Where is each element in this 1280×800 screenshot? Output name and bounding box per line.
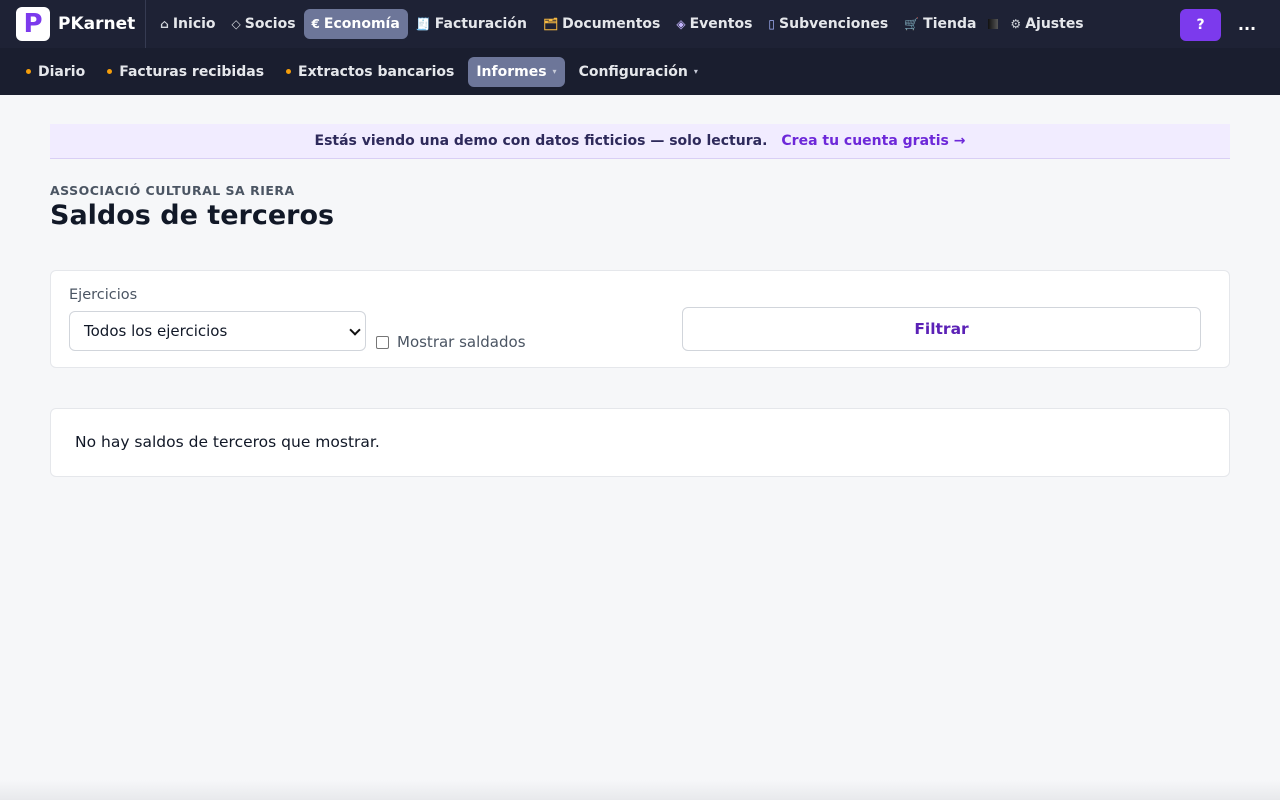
brand[interactable]: P PKarnet bbox=[16, 0, 147, 48]
nav-item-subvenciones[interactable]: ▯ Subvenciones bbox=[760, 9, 896, 39]
chevron-down-icon: ▾ bbox=[552, 67, 557, 76]
nav-item-tienda[interactable]: 🛒 Tienda bbox=[896, 9, 984, 39]
app-logo-icon: P bbox=[16, 7, 50, 41]
more-menu-button[interactable]: ... bbox=[1232, 12, 1262, 36]
nav-item-label: Eventos bbox=[689, 16, 753, 32]
euro-icon: € bbox=[311, 17, 320, 31]
nav-item-documentos[interactable]: 🗂 Documentos bbox=[535, 9, 668, 39]
subnav-item-label: Informes bbox=[476, 63, 547, 80]
page-title: Saldos de terceros bbox=[50, 200, 335, 231]
nav-item-label: Socios bbox=[244, 16, 296, 32]
nav-item-label: Tienda bbox=[923, 16, 977, 32]
help-button[interactable]: ? bbox=[1180, 9, 1221, 41]
year-select[interactable]: Todos los ejercicios bbox=[69, 311, 366, 351]
organization-name: ASSOCIACIÓ CULTURAL SA RIERA bbox=[50, 183, 295, 198]
show-settled-option[interactable]: Mostrar saldados bbox=[376, 333, 526, 351]
show-settled-checkbox[interactable] bbox=[376, 335, 389, 349]
overflow-icon bbox=[988, 19, 999, 29]
subnav-item-extractos-bancarios[interactable]: Extractos bancarios bbox=[278, 57, 462, 87]
nav-item-overflow[interactable] bbox=[984, 9, 1002, 39]
nav-item-economia[interactable]: € Economía bbox=[303, 9, 408, 39]
filter-button[interactable]: Filtrar bbox=[682, 307, 1201, 351]
create-account-link[interactable]: Crea tu cuenta gratis → bbox=[781, 133, 965, 149]
year-select-value: Todos los ejercicios bbox=[84, 322, 228, 340]
nav-item-socios[interactable]: ◇ Socios bbox=[224, 9, 304, 39]
subnav-item-label: Configuración bbox=[578, 63, 688, 80]
demo-banner-message: Estás viendo una demo con datos ficticio… bbox=[314, 133, 768, 149]
app-name: PKarnet bbox=[58, 14, 136, 34]
nav-item-ajustes[interactable]: ⚙ Ajustes bbox=[1002, 9, 1091, 39]
nav-item-label: Documentos bbox=[562, 16, 661, 32]
nav-item-label: Inicio bbox=[172, 16, 216, 32]
nav-item-facturacion[interactable]: 🧾 Facturación bbox=[408, 9, 535, 39]
chevron-down-icon bbox=[349, 324, 361, 336]
nav-item-inicio[interactable]: ⌂ Inicio bbox=[152, 9, 223, 39]
subnav-item-label: Diario bbox=[38, 63, 86, 80]
demo-banner: Estás viendo una demo con datos ficticio… bbox=[50, 124, 1230, 159]
home-icon: ⌂ bbox=[160, 17, 169, 31]
gear-icon: ⚙ bbox=[1010, 17, 1022, 31]
subnav-item-label: Facturas recibidas bbox=[119, 63, 265, 80]
year-filter-label: Ejercicios bbox=[69, 287, 138, 303]
folder-icon: 🗂 bbox=[542, 17, 559, 31]
diamond-icon: ◇ bbox=[231, 17, 241, 31]
receipt-icon: 🧾 bbox=[415, 17, 431, 31]
nav-item-label: Facturación bbox=[434, 16, 527, 32]
nav-item-eventos[interactable]: ◈ Eventos bbox=[668, 9, 760, 39]
empty-state-message: No hay saldos de terceros que mostrar. bbox=[75, 433, 380, 451]
cart-icon: 🛒 bbox=[904, 17, 920, 31]
nav-item-label: Ajustes bbox=[1025, 16, 1084, 32]
event-icon: ◈ bbox=[676, 17, 686, 31]
status-dot-icon bbox=[26, 69, 31, 74]
subnav-item-label: Extractos bancarios bbox=[298, 63, 455, 80]
bottom-edge bbox=[0, 780, 1280, 800]
nav-item-label: Economía bbox=[323, 16, 400, 32]
chevron-down-icon: ▾ bbox=[693, 67, 698, 76]
subnav-item-configuracion[interactable]: Configuración ▾ bbox=[571, 57, 706, 87]
subnav-item-diario[interactable]: Diario bbox=[18, 57, 93, 87]
sub-navigation-bar: Diario Facturas recibidas Extractos banc… bbox=[0, 48, 1280, 95]
columns-icon: ▯ bbox=[768, 17, 776, 31]
results-panel: No hay saldos de terceros que mostrar. bbox=[50, 408, 1230, 477]
show-settled-label[interactable]: Mostrar saldados bbox=[397, 333, 526, 351]
subnav-item-informes[interactable]: Informes ▾ bbox=[468, 56, 565, 87]
status-dot-icon bbox=[286, 69, 292, 74]
filter-panel: Ejercicios Todos los ejercicios Mostrar … bbox=[50, 270, 1230, 368]
app-logo-letter: P bbox=[23, 9, 43, 39]
top-navigation-bar: P PKarnet ⌂ Inicio ◇ Socios € Economía 🧾… bbox=[0, 0, 1280, 48]
subnav-item-facturas-recibidas[interactable]: Facturas recibidas bbox=[99, 57, 272, 87]
nav-item-label: Subvenciones bbox=[779, 16, 889, 32]
status-dot-icon bbox=[107, 69, 113, 74]
main-nav: ⌂ Inicio ◇ Socios € Economía 🧾 Facturaci… bbox=[152, 9, 1091, 39]
